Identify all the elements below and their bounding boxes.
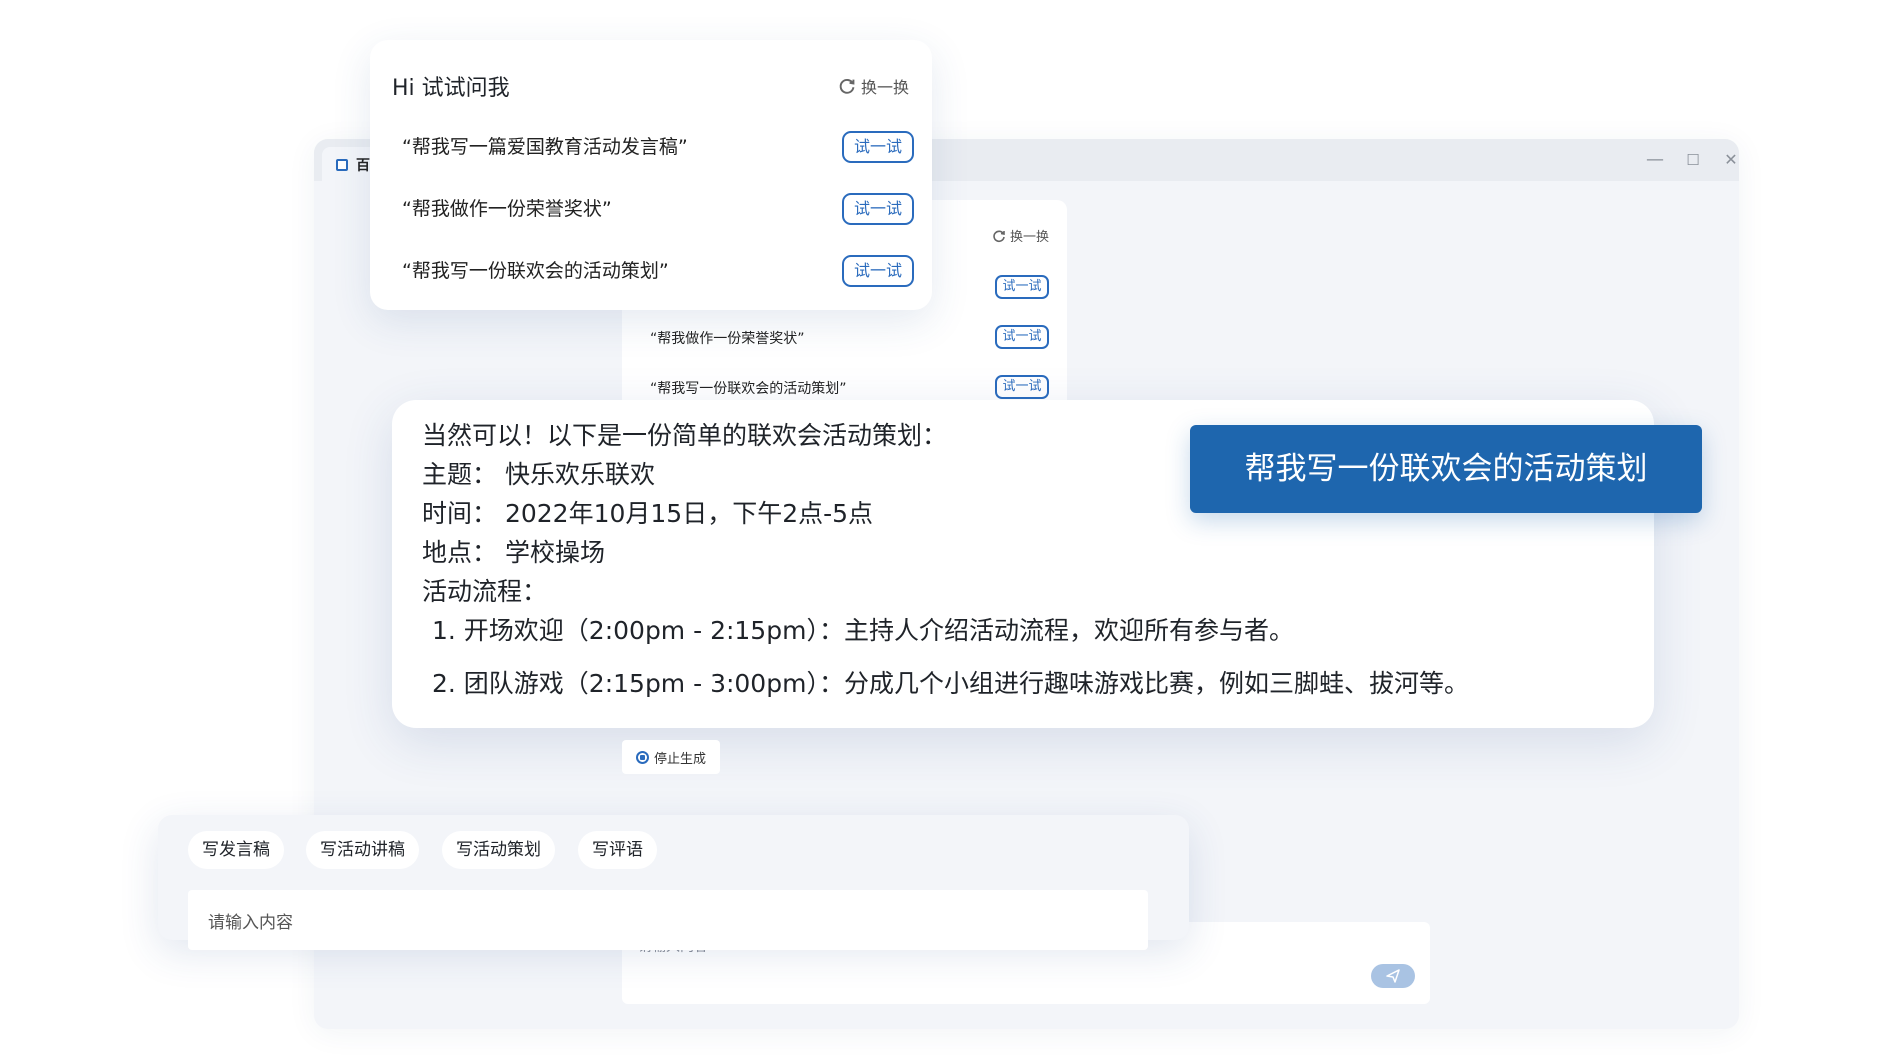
minimize-button[interactable]: —	[1642, 149, 1668, 171]
suggestion-panel: Hi 试试问我 换一换 “帮我写一篇爱国教育活动发言稿” 试一试 “帮我做作一份…	[370, 40, 932, 310]
refresh-button[interactable]: 换一换	[992, 226, 1049, 245]
refresh-icon	[839, 79, 855, 94]
try-button[interactable]: 试一试	[995, 325, 1049, 349]
refresh-label: 换一换	[1010, 230, 1050, 245]
chip-write-speech[interactable]: 写发言稿	[188, 831, 284, 869]
try-button[interactable]: 试一试	[995, 275, 1049, 299]
suggestion-question[interactable]: “帮我写一份联欢会的活动策划”	[402, 256, 669, 283]
answer-line: 活动流程：	[422, 577, 548, 606]
suggestion-question[interactable]: “帮我写一篇爱国教育活动发言稿”	[402, 132, 688, 159]
input-placeholder: 请输入内容	[208, 913, 293, 933]
answer-line: 时间： 2022年10月15日，下午2点-5点	[422, 499, 874, 528]
suggestion-question[interactable]: “帮我做作一份荣誉奖状”	[650, 328, 805, 348]
answer-line: 主题： 快乐欢乐联欢	[422, 460, 655, 489]
try-button[interactable]: 试一试	[842, 193, 914, 225]
stop-icon	[635, 750, 649, 764]
chip-write-comment[interactable]: 写评语	[578, 831, 657, 869]
chat-input[interactable]: 请输入内容	[188, 890, 1148, 950]
tab-label: 百	[356, 158, 370, 174]
try-button[interactable]: 试一试	[842, 131, 914, 163]
refresh-label: 换一换	[861, 78, 910, 97]
stop-label: 停止生成	[653, 751, 706, 767]
send-button[interactable]	[1371, 964, 1415, 988]
close-button[interactable]: ✕	[1718, 149, 1744, 171]
stop-generating-button[interactable]: 停止生成	[622, 740, 720, 774]
answer-line: 当然可以！以下是一份简单的联欢会活动策划：	[422, 421, 948, 450]
suggestion-title: Hi 试试问我	[392, 76, 510, 101]
suggestion-question[interactable]: “帮我写一份联欢会的活动策划”	[650, 378, 847, 398]
suggestion-question[interactable]: “帮我做作一份荣誉奖状”	[402, 194, 612, 221]
chip-write-activity-speech[interactable]: 写活动讲稿	[306, 831, 419, 869]
user-message-bubble: 帮我写一份联欢会的活动策划	[1190, 425, 1702, 513]
chip-write-activity-plan[interactable]: 写活动策划	[442, 831, 555, 869]
app-icon	[336, 159, 348, 171]
answer-list-item: 2. 团队游戏（2:15pm - 3:00pm）：分成几个小组进行趣味游戏比赛，…	[432, 669, 1469, 698]
refresh-icon	[993, 229, 1005, 242]
answer-line: 地点： 学校操场	[422, 538, 605, 567]
quick-action-panel: 写发言稿 写活动讲稿 写活动策划 写评语 请输入内容	[158, 815, 1189, 950]
answer-list-item: 1. 开场欢迎（2:00pm - 2:15pm）：主持人介绍活动流程，欢迎所有参…	[432, 616, 1294, 645]
try-button[interactable]: 试一试	[842, 255, 914, 287]
send-icon	[1386, 969, 1400, 983]
try-button[interactable]: 试一试	[995, 375, 1049, 399]
refresh-button[interactable]: 换一换	[838, 74, 909, 98]
maximize-button[interactable]: ☐	[1680, 149, 1706, 171]
